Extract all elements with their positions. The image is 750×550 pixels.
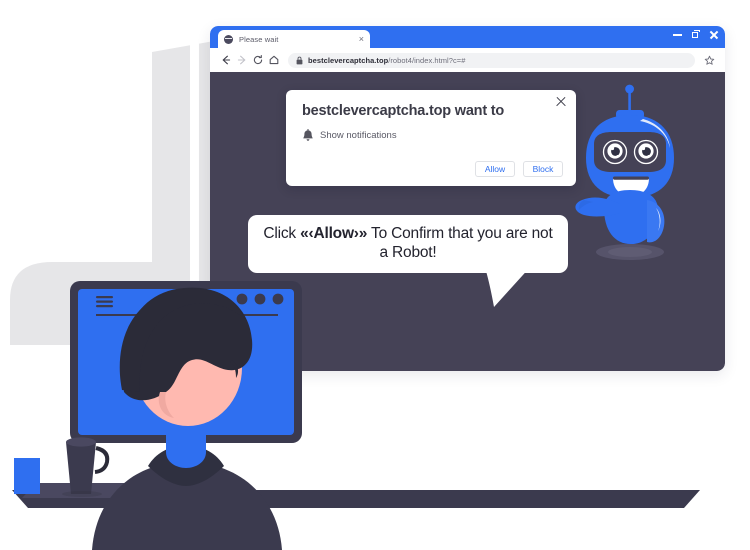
desk-scene [12,281,700,550]
illustration-canvas: Please wait × bestclevercaptcha.top/robo… [0,0,750,550]
three-dots-icon [236,293,284,305]
hamburger-menu-icon [96,296,113,308]
